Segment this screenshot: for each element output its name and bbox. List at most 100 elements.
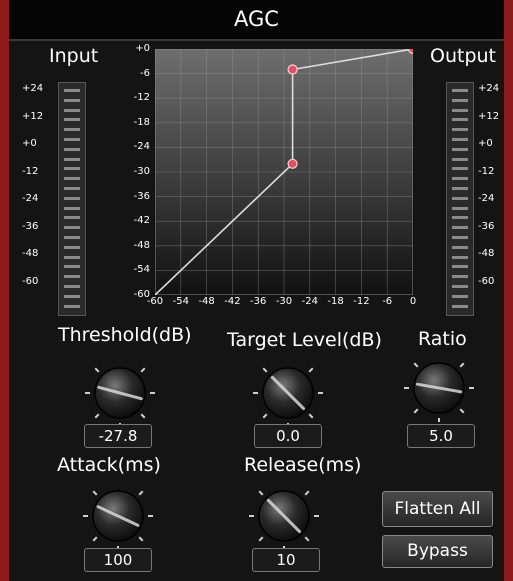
meter-segment — [64, 118, 80, 122]
meter-segment — [452, 157, 468, 161]
meter-segment — [64, 187, 80, 190]
input-meter-label: Input — [49, 45, 99, 67]
meter-segment — [452, 167, 468, 171]
graph-y-tick: -30 — [133, 166, 150, 177]
meter-segment — [452, 255, 468, 259]
meter-segment — [64, 245, 80, 249]
meter-segment — [64, 294, 80, 298]
meter-segment — [452, 216, 468, 220]
meter-segment — [64, 206, 80, 210]
ratio-value[interactable]: 5.0 — [407, 424, 475, 448]
attack-knob[interactable] — [81, 478, 155, 550]
title-bar: AGC — [9, 0, 504, 41]
knob-tick-mark — [94, 367, 100, 373]
agc-transfer-curve-graph[interactable] — [155, 49, 413, 295]
frame-right-border — [504, 0, 513, 581]
meter-segment — [64, 275, 80, 279]
graph-x-tick: -54 — [172, 296, 189, 307]
knob-tick-mark — [140, 367, 146, 373]
meter-segment — [64, 196, 80, 200]
graph-x-tick: -30 — [275, 296, 293, 307]
meter-segment — [452, 285, 468, 288]
knob-tick-mark — [140, 413, 146, 419]
meter-segment — [452, 98, 468, 102]
meter-segment — [64, 216, 80, 220]
meter-segment — [452, 147, 468, 151]
knob-tick-mark — [92, 536, 98, 542]
meter-segment — [64, 236, 80, 239]
threshold-label: Threshold(dB) — [58, 324, 192, 346]
graph-y-tick: -54 — [133, 264, 150, 276]
target-level-value[interactable]: 0.0 — [254, 424, 322, 448]
target-level-label: Target Level(dB) — [227, 329, 382, 351]
meter-scale-label: +24 — [22, 83, 44, 94]
meter-scale-label: -24 — [22, 193, 39, 204]
meter-segment — [452, 196, 468, 200]
graph-y-tick: -12 — [133, 92, 150, 104]
curve-handle[interactable] — [287, 158, 298, 169]
frame-left-border — [0, 0, 9, 581]
meter-segment — [452, 236, 468, 239]
meter-segment — [64, 89, 80, 92]
meter-segment — [452, 206, 468, 210]
meter-segment — [64, 157, 80, 161]
meter-segment — [64, 304, 80, 308]
meter-scale-label: -48 — [22, 248, 39, 259]
meter-segment — [452, 118, 468, 122]
meter-segment — [452, 265, 468, 269]
graph-x-tick: -24 — [301, 296, 318, 307]
knob-tick-mark — [138, 536, 144, 542]
meter-segment — [452, 128, 468, 132]
knob-tick-mark — [138, 490, 144, 496]
graph-y-tick: -24 — [133, 141, 150, 153]
meter-segment — [64, 98, 80, 102]
bypass-button[interactable]: Bypass — [382, 535, 493, 568]
ratio-knob[interactable] — [402, 350, 476, 422]
meter-segment — [64, 255, 80, 259]
knob-tick-mark — [262, 367, 268, 373]
flatten-all-button[interactable]: Flatten All — [382, 491, 493, 527]
graph-x-tick: -36 — [250, 296, 267, 307]
meter-segment — [452, 89, 468, 92]
meter-segment — [452, 275, 468, 279]
input-level-meter — [58, 82, 86, 316]
knob-tick-mark — [258, 490, 264, 496]
threshold-knob[interactable] — [83, 355, 157, 427]
release-knob[interactable] — [247, 478, 321, 550]
output-meter-label: Output — [430, 45, 496, 67]
ratio-label: Ratio — [418, 328, 467, 350]
meter-segment — [452, 108, 468, 112]
window-title: AGC — [234, 7, 279, 31]
knob-tick-mark — [413, 408, 419, 414]
graph-x-tick: -12 — [353, 296, 370, 307]
meter-scale-label: -60 — [478, 275, 495, 287]
knob-tick-mark — [262, 413, 268, 419]
meter-scale-label: -60 — [22, 275, 39, 287]
meter-scale-label: +0 — [478, 138, 493, 149]
meter-scale-label: -36 — [22, 220, 39, 232]
meter-scale-label: -24 — [478, 193, 495, 204]
meter-segment — [64, 265, 80, 269]
attack-value[interactable]: 100 — [84, 548, 152, 572]
graph-y-tick: -48 — [133, 239, 150, 251]
graph-x-tick: -18 — [327, 296, 344, 307]
meter-segment — [64, 285, 80, 288]
meter-scale-label: -12 — [478, 165, 495, 177]
release-value[interactable]: 10 — [252, 548, 320, 572]
knob-tick-mark — [413, 362, 419, 368]
knob-tick-mark — [308, 413, 314, 419]
curve-handle[interactable] — [287, 64, 298, 75]
graph-y-tick: -42 — [133, 215, 150, 227]
meter-segment — [64, 108, 80, 112]
knob-tick-mark — [459, 408, 465, 414]
meter-scale-label: -12 — [22, 165, 39, 177]
threshold-value[interactable]: -27.8 — [84, 424, 152, 448]
agc-panel: AGC Input +24 +12 +0 -12 -24 -36 -48 -60 Output… — [0, 0, 513, 581]
meter-segment — [64, 138, 80, 141]
graph-x-tick: 0 — [409, 296, 417, 307]
graph-y-tick: -18 — [133, 116, 150, 128]
target-level-knob[interactable] — [251, 355, 325, 427]
release-label: Release(ms) — [244, 454, 362, 476]
knob-tick-mark — [258, 536, 264, 542]
graph-y-tick: -36 — [133, 190, 150, 202]
